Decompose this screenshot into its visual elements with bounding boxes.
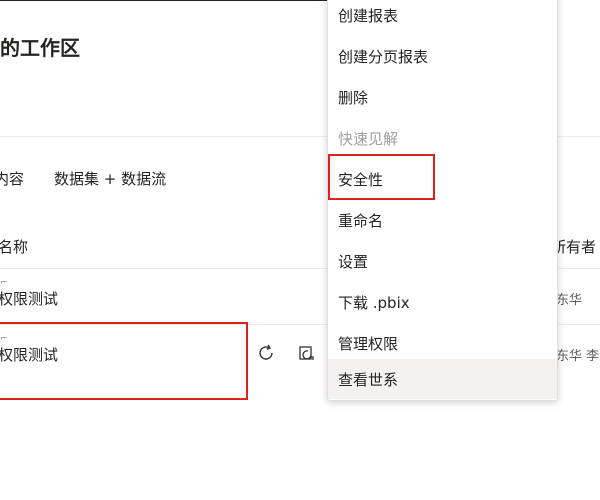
- row-type-icon: ⌐: [0, 278, 8, 288]
- annotation-box-security: [328, 154, 435, 200]
- menu-item-manage-permissions[interactable]: 管理权限: [328, 323, 557, 364]
- menu-item-rename[interactable]: 重命名: [328, 200, 557, 241]
- menu-item-download-pbix[interactable]: 下载 .pbix: [328, 282, 557, 323]
- top-border: [0, 0, 330, 1]
- tab-datasets-dataflows[interactable]: 数据集 + 数据流: [54, 168, 166, 189]
- menu-item-create-paginated-report[interactable]: 创建分页报表: [328, 36, 557, 77]
- column-header-name[interactable]: 名称: [0, 236, 28, 257]
- menu-item-quick-insights: 快速见解: [338, 130, 399, 148]
- workspace-title: 的工作区: [0, 36, 80, 60]
- table-row-owner: 东华 李: [556, 349, 600, 364]
- refresh-icon[interactable]: [255, 342, 277, 364]
- menu-item-view-lineage[interactable]: 查看世系: [328, 359, 557, 399]
- menu-item-create-report[interactable]: 创建报表: [328, 0, 557, 36]
- annotation-box-row: [0, 322, 248, 400]
- menu-item-delete[interactable]: 删除: [328, 77, 557, 118]
- menu-item-settings[interactable]: 设置: [328, 241, 557, 282]
- context-menu: 创建报表 创建分页报表 删除 快速见解 安全性 重命名 设置 下载 .pbix …: [327, 0, 558, 401]
- table-row-name[interactable]: 权限测试: [0, 288, 58, 309]
- schedule-refresh-icon[interactable]: [296, 342, 318, 364]
- table-row-owner: 东华: [556, 293, 583, 308]
- tab-content[interactable]: 内容: [0, 168, 24, 189]
